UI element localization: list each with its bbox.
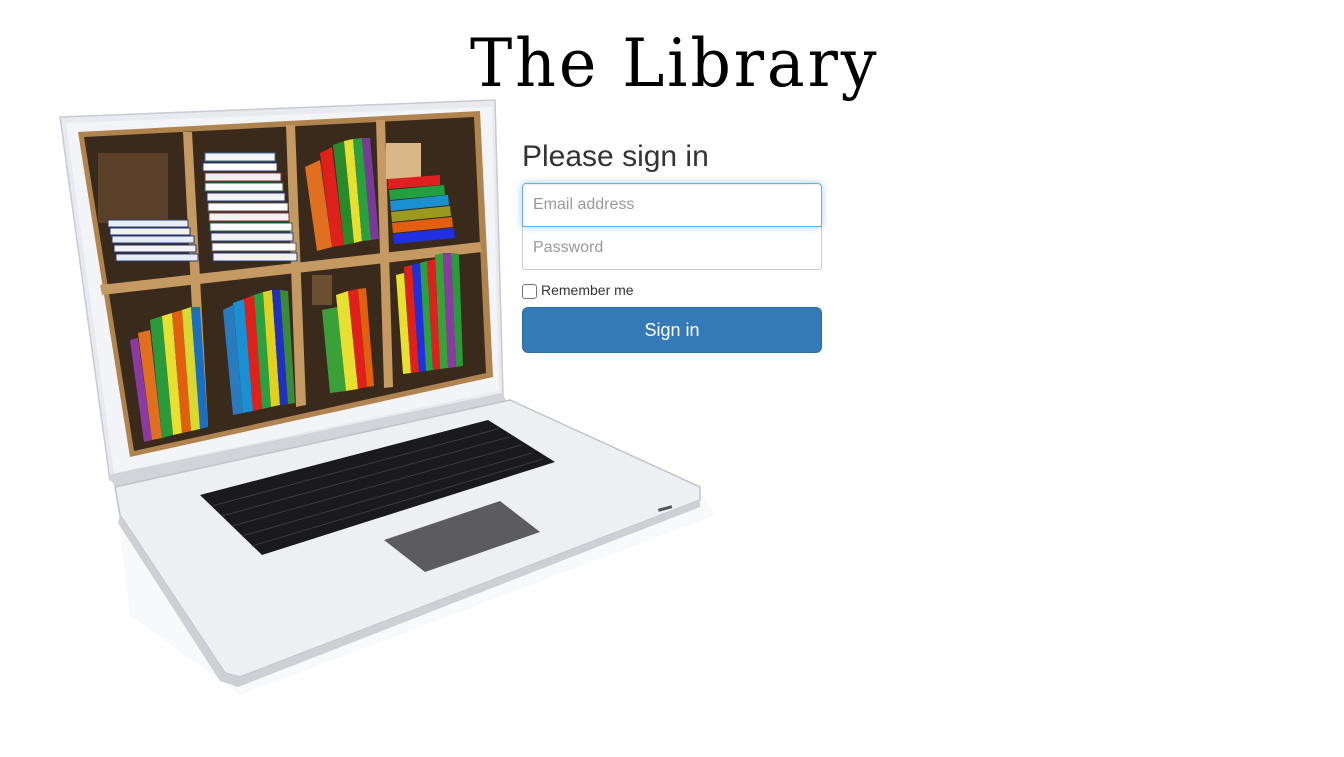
- email-input[interactable]: [522, 183, 822, 227]
- signin-form: Please sign in Remember me Sign in: [522, 140, 822, 353]
- site-title: The Library: [470, 25, 880, 102]
- remember-me-checkbox[interactable]: [522, 284, 537, 299]
- signin-heading: Please sign in: [522, 140, 709, 173]
- signin-button[interactable]: Sign in: [522, 307, 822, 353]
- remember-me-row: Remember me: [522, 280, 822, 299]
- login-page: The Library Please sign in Email address…: [0, 0, 1344, 757]
- remember-me-label[interactable]: Remember me: [541, 282, 634, 298]
- password-input[interactable]: [522, 226, 822, 270]
